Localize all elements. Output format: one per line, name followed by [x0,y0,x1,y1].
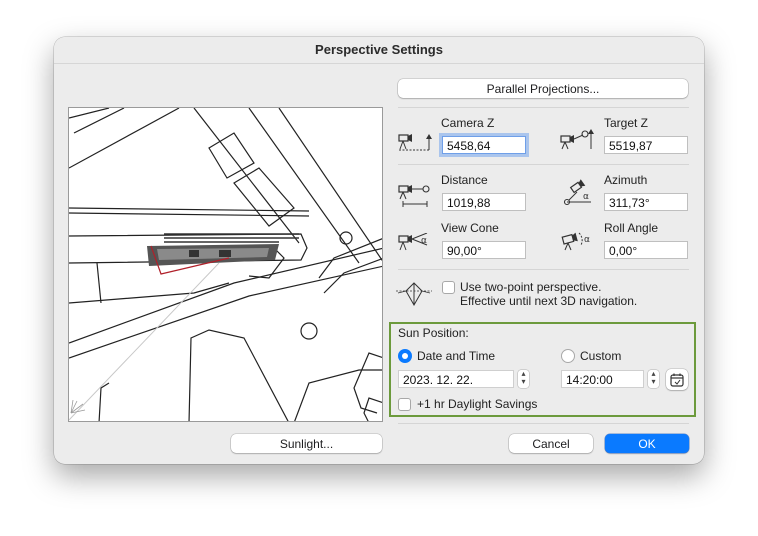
roll-angle-input[interactable]: 0,00° [604,241,688,259]
target-height-icon [560,129,594,150]
roll-angle-label: Roll Angle [604,221,659,235]
two-point-perspective-note: Effective until next 3D navigation. [460,294,638,308]
parallel-projections-button[interactable]: Parallel Projections... [398,79,688,98]
daylight-savings-label: +1 hr Daylight Savings [417,397,538,411]
custom-radio[interactable] [561,349,575,363]
target-z-input[interactable]: 5519,87 [604,136,688,154]
date-input[interactable]: 2023. 12. 22. [398,370,514,388]
ok-button[interactable]: OK [605,434,689,453]
camera-height-icon [398,134,432,151]
cancel-button[interactable]: Cancel [509,434,593,453]
two-point-perspective-checkbox[interactable] [442,281,455,294]
calendar-icon [670,373,684,387]
azimuth-icon: α [563,179,591,206]
dialog-title: Perspective Settings [54,37,704,64]
svg-text:α: α [584,235,590,245]
roll-angle-icon: α [561,232,590,251]
camera-distance-icon [398,185,430,207]
svg-text:α: α [583,192,589,202]
azimuth-label: Azimuth [604,173,648,187]
custom-label: Custom [580,349,622,363]
azimuth-input[interactable]: 311,73° [604,193,688,211]
svg-text:α: α [421,236,427,246]
view-cone-icon: α [398,233,428,251]
calendar-button[interactable] [666,369,688,390]
sunlight-button[interactable]: Sunlight... [231,434,382,453]
site-plan-preview[interactable] [68,107,383,422]
two-point-perspective-icon [396,282,432,307]
target-z-label: Target Z [604,116,649,130]
date-stepper[interactable]: ▴ ▾ [518,370,529,388]
building-footprint [147,244,279,266]
camera-z-input[interactable]: 5458,64 [442,136,526,154]
camera-z-label: Camera Z [441,116,495,130]
time-input[interactable]: 14:20:00 [561,370,644,388]
time-stepper[interactable]: ▴ ▾ [648,370,659,388]
daylight-savings-checkbox[interactable] [398,398,411,411]
two-point-perspective-label: Use two-point perspective. [460,280,602,294]
view-cone-input[interactable]: 90,00° [442,241,526,259]
date-and-time-radio[interactable] [398,349,412,363]
sun-position-label: Sun Position: [398,326,469,340]
perspective-settings-dialog: Perspective Settings Parallel Projection… [54,37,704,464]
distance-label: Distance [441,173,488,187]
distance-input[interactable]: 1019,88 [442,193,526,211]
site-plan-drawing [69,108,382,421]
view-cone-label: View Cone [441,221,499,235]
date-and-time-label: Date and Time [417,349,496,363]
